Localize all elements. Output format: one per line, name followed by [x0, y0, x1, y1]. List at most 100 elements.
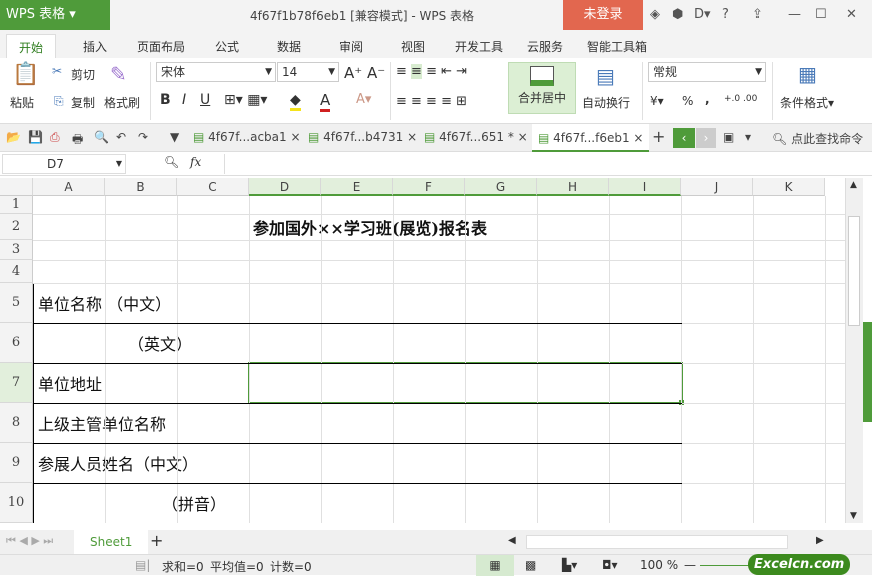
hscroll-right[interactable]: ▶ [816, 535, 824, 546]
export-pdf-icon[interactable]: ⎙ [50, 130, 60, 145]
tab-smart-tools[interactable]: 智能工具箱 [587, 38, 647, 55]
doc-tab-active[interactable]: ▤ 4f67f...f6eb1 × [532, 124, 650, 152]
font-select[interactable]: 宋体 ▼ [156, 62, 276, 82]
spreadsheet-grid[interactable]: 参加国外××学习班(展览)报名表 单位名称 （中文） （英文） 单位地址 上级主… [0, 178, 845, 523]
merge-center-button[interactable]: 合并居中 [508, 62, 576, 114]
minimize-tabs-icon[interactable]: ▾ [745, 130, 751, 144]
row-header-4[interactable]: 4 [0, 260, 33, 283]
redo-icon[interactable]: ↷ [138, 130, 148, 144]
row-header-7[interactable]: 7 [0, 363, 33, 403]
column-header-E[interactable]: E [321, 178, 393, 196]
row-header-9[interactable]: 9 [0, 443, 33, 483]
feedback-icon[interactable]: D▾ [694, 7, 711, 22]
label-participant-pinyin[interactable]: （拼音） [162, 483, 226, 523]
scroll-down-icon[interactable]: ▼ [850, 511, 857, 521]
row-header-5[interactable]: 5 [0, 283, 33, 323]
hscroll-thumb[interactable] [526, 535, 788, 549]
column-header-D[interactable]: D [249, 178, 321, 196]
conditional-format-button[interactable]: 条件格式▾ [780, 94, 834, 111]
zoom-out-button[interactable]: — [684, 558, 696, 572]
column-header-A[interactable]: A [33, 178, 105, 196]
format-painter-button[interactable]: 格式刷 [104, 94, 140, 111]
percent-button[interactable]: % [682, 94, 693, 108]
bold-button[interactable]: B [160, 92, 171, 108]
fill-color-icon[interactable]: ◆ [290, 92, 301, 111]
paste-icon[interactable]: 📋 [12, 62, 39, 87]
scroll-up-icon[interactable]: ▲ [850, 180, 857, 190]
settings-icon[interactable]: ⬢ [672, 7, 683, 22]
sheet-tab-sheet1[interactable]: Sheet1 [74, 530, 149, 554]
wrap-text-button[interactable]: 自动换行 [582, 94, 630, 111]
minimize-button[interactable]: — [788, 7, 801, 22]
formula-input[interactable] [224, 154, 864, 174]
label-participant-cn[interactable]: 参展人员姓名（中文） [38, 443, 198, 483]
cut-button[interactable]: 剪切 [71, 66, 95, 83]
label-unit-name-en[interactable]: （英文） [128, 323, 192, 363]
side-panel-toggle[interactable] [863, 322, 872, 422]
more-tabs-icon[interactable]: ▼ [170, 130, 179, 144]
label-supervisor-unit[interactable]: 上级主管单位名称 [38, 403, 166, 443]
italic-button[interactable]: I [182, 92, 186, 108]
undo-icon[interactable]: ↶ [116, 130, 126, 144]
paste-button[interactable]: 粘贴 [10, 94, 34, 111]
decimal-icons[interactable]: +.0 .00 [724, 94, 757, 104]
help-button[interactable]: ? [722, 7, 729, 22]
select-all[interactable] [0, 178, 33, 196]
reading-mode-icon[interactable]: ▙▾ [562, 558, 577, 572]
currency-icon[interactable]: ¥▾ [650, 94, 664, 108]
form-title[interactable]: 参加国外××学习班(展览)报名表 [249, 214, 609, 240]
scroll-thumb[interactable] [848, 216, 860, 326]
hscroll-left[interactable]: ◀ [508, 535, 516, 546]
new-tab-button[interactable]: + [652, 127, 665, 146]
tab-insert[interactable]: 插入 [83, 38, 107, 55]
name-box[interactable]: D7 ▼ [2, 154, 126, 174]
row-header-10[interactable]: 10 [0, 483, 33, 523]
row-header-8[interactable]: 8 [0, 403, 33, 443]
tab-formulas[interactable]: 公式 [215, 38, 239, 55]
column-header-J[interactable]: J [681, 178, 753, 196]
tab-home[interactable]: 开始 [6, 34, 57, 60]
tab-view[interactable]: 视图 [401, 38, 425, 55]
present-icon[interactable]: ▣ [723, 130, 734, 144]
row-header-3[interactable]: 3 [0, 240, 33, 260]
underline-button[interactable]: U [200, 92, 210, 108]
font-size-select[interactable]: 14 ▼ [277, 62, 339, 82]
search-command[interactable]: 🔍︎ 点此查找命令 [772, 130, 863, 147]
page-break-view-icon[interactable]: ▩ [525, 558, 536, 572]
zoom-level[interactable]: 100 % [640, 558, 678, 572]
copy-button[interactable]: 复制 [71, 94, 95, 111]
font-color-icon[interactable]: A [320, 91, 331, 112]
tab-scroll-left[interactable]: ‹ [673, 128, 695, 148]
fx-button[interactable]: fx [190, 155, 201, 169]
column-header-G[interactable]: G [465, 178, 537, 196]
comma-button[interactable]: , [705, 92, 710, 106]
tab-review[interactable]: 审阅 [339, 38, 363, 55]
clear-format-icon[interactable]: A▾ [356, 92, 371, 107]
column-header-F[interactable]: F [393, 178, 465, 196]
column-header-C[interactable]: C [177, 178, 249, 196]
eye-protect-icon[interactable]: ◘▾ [602, 558, 618, 572]
close-button[interactable]: ✕ [846, 7, 857, 22]
row-header-2[interactable]: 2 [0, 214, 33, 240]
column-header-I[interactable]: I [609, 178, 681, 196]
align-top-icons[interactable]: ≡ ≡ ≡ ⇤ ⇥ [396, 64, 467, 79]
vertical-scrollbar[interactable]: ▲ ▼ [845, 178, 863, 523]
print-preview-icon[interactable]: 🔍 [94, 130, 109, 144]
tab-developer[interactable]: 开发工具 [455, 38, 503, 55]
restore-ribbon-icon[interactable]: ⇪ [752, 7, 763, 22]
login-button[interactable]: 未登录 [563, 0, 643, 30]
row-header-6[interactable]: 6 [0, 323, 33, 363]
open-icon[interactable]: 📂 [6, 130, 21, 144]
zoom-formula-icon[interactable]: 🔍︎ [164, 155, 179, 169]
save-icon[interactable]: 💾 [28, 130, 43, 144]
normal-view-icon[interactable]: ▦ [476, 555, 514, 576]
wps-menu-button[interactable]: WPS 表格 ▾ [0, 0, 110, 30]
tab-page-layout[interactable]: 页面布局 [137, 38, 185, 55]
tab-data[interactable]: 数据 [277, 38, 301, 55]
print-icon[interactable]: 🖶 [72, 130, 83, 151]
tab-cloud[interactable]: 云服务 [527, 38, 563, 55]
column-header-K[interactable]: K [753, 178, 825, 196]
increase-font-icon[interactable]: A⁺ A⁻ [344, 64, 385, 82]
label-unit-address[interactable]: 单位地址 [38, 363, 102, 403]
column-header-H[interactable]: H [537, 178, 609, 196]
